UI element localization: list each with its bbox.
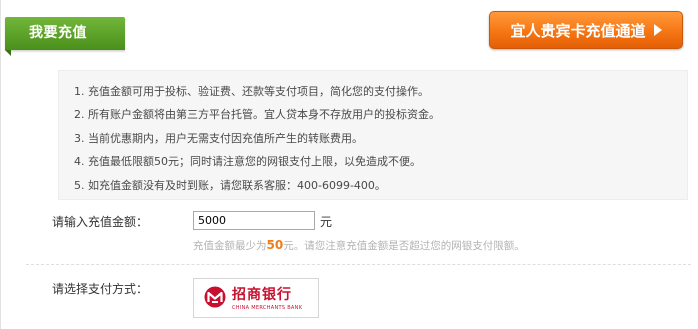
bank-name-en: CHINA MERCHANTS BANK: [232, 305, 303, 311]
section-divider: [26, 264, 691, 265]
amount-hint-suffix: 元。请您注意充值金额是否超过您的网银支付限额。: [283, 240, 525, 252]
section-title-tab: 我要充值: [5, 17, 125, 50]
recharge-notice-box: 1. 充值金额可用于投标、验证费、还款等支付项目，简化您的支付操作。 2. 所有…: [58, 70, 688, 200]
tab-shadow: [11, 50, 125, 53]
amount-unit: 元: [320, 215, 333, 229]
cmb-logo-icon: [204, 286, 226, 308]
amount-label: 请输入充值金额：: [52, 215, 149, 229]
vip-card-recharge-button[interactable]: 宜人贵宾卡充值通道: [489, 11, 683, 49]
notice-list: 1. 充值金额可用于投标、验证费、还款等支付项目，简化您的支付操作。 2. 所有…: [59, 71, 687, 197]
amount-hint-prefix: 充值金额最少为: [193, 240, 267, 252]
payment-method-label: 请选择支付方式：: [52, 282, 149, 296]
notice-item: 4. 充值最低限额50元；同时请注意您的网银支付上限，以免造成不便。: [74, 155, 421, 169]
bank-name: 招商银行: [232, 287, 292, 303]
notice-item: 3. 当前优惠期内，用户无需支付因充值所产生的转账费用。: [74, 131, 363, 145]
vip-card-recharge-label: 宜人贵宾卡充值通道: [510, 21, 646, 40]
section-title: 我要充值: [29, 25, 87, 41]
notice-item: 2. 所有账户金额将由第三方平台托管。宜人贷本身不存放用户的投标资金。: [74, 108, 440, 122]
bank-option-cmb[interactable]: 招商银行 CHINA MERCHANTS BANK: [193, 278, 319, 318]
amount-hint-min: 50: [266, 238, 284, 252]
amount-hint: 充值金额最少为50元。请您注意充值金额是否超过您的网银支付限额。: [193, 238, 525, 253]
left-border: [0, 0, 1, 329]
triangle-right-icon: [653, 24, 662, 36]
amount-input[interactable]: [193, 211, 315, 230]
notice-item: 1. 充值金额可用于投标、验证费、还款等支付项目，简化您的支付操作。: [74, 85, 429, 98]
notice-item: 5. 如充值金额没有及时到账，请您联系客服：400-6099-400。: [74, 178, 386, 192]
